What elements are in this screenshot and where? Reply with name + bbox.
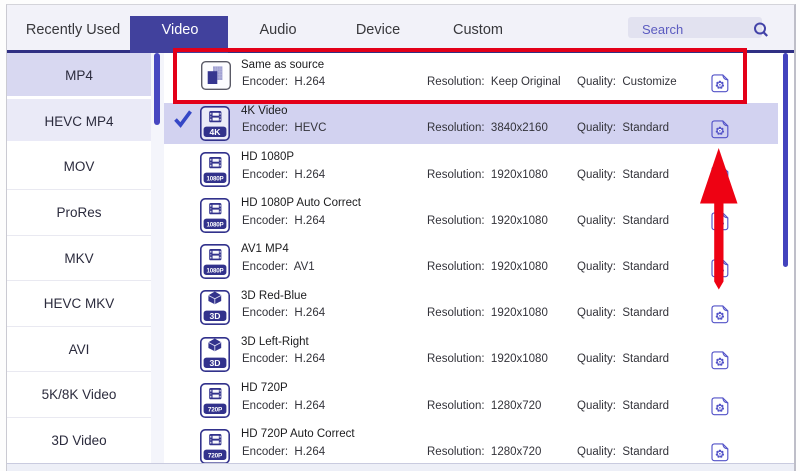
svg-text:1080P: 1080P — [207, 221, 224, 228]
svg-text:3D: 3D — [210, 311, 221, 321]
svg-text:1080P: 1080P — [207, 267, 224, 274]
svg-text:720P: 720P — [208, 406, 223, 413]
svg-text:4K: 4K — [210, 126, 222, 136]
svg-text:1080P: 1080P — [207, 175, 224, 182]
svg-text:3D: 3D — [210, 357, 221, 367]
svg-text:720P: 720P — [208, 452, 223, 459]
